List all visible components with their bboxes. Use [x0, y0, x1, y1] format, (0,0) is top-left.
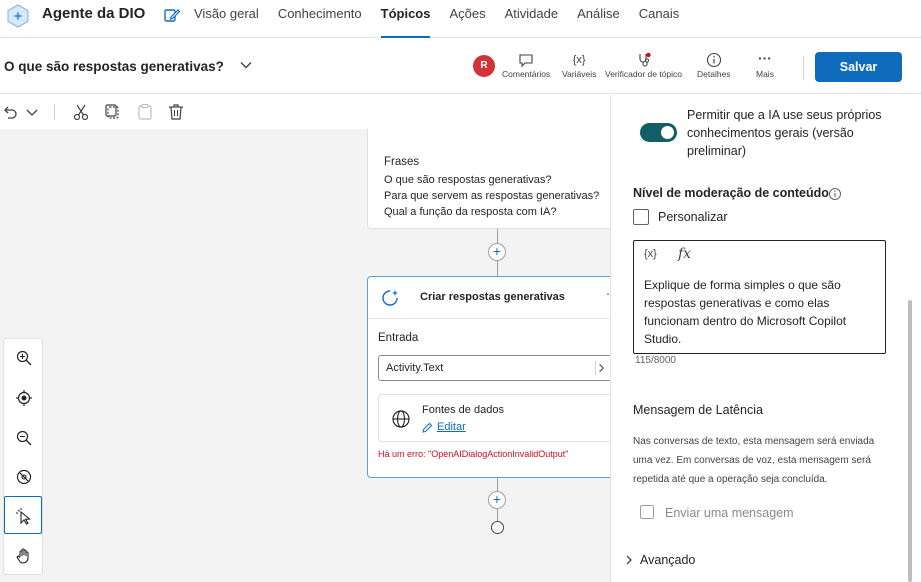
fit-view-icon[interactable]	[15, 468, 33, 486]
send-message-checkbox[interactable]	[640, 505, 654, 519]
tab-visao-geral[interactable]: Visão geral	[194, 0, 259, 38]
frase-item: Qual a função da resposta com IA?	[384, 206, 557, 218]
tab-analise[interactable]: Análise	[577, 0, 620, 38]
frases-label: Frases	[384, 156, 420, 168]
top-nav: Agente da DIO Visão geral Conhecimento T…	[0, 0, 921, 38]
personalize-checkbox[interactable]	[633, 209, 649, 225]
copilot-agent-icon	[7, 4, 29, 28]
avatar[interactable]: R	[473, 55, 495, 77]
save-button[interactable]: Salvar	[815, 52, 902, 82]
topic-checker-button[interactable]: Verificador de tópico	[605, 52, 682, 79]
more-label: Mais	[756, 69, 774, 79]
paste-icon[interactable]	[135, 102, 155, 122]
chevron-right-icon[interactable]	[623, 554, 635, 566]
variables-label: Variáveis	[562, 69, 597, 79]
insert-variable-button[interactable]: {x}	[644, 248, 657, 260]
more-button[interactable]: ··· Mais	[756, 50, 774, 79]
cut-icon[interactable]	[71, 102, 91, 122]
more-icon: ···	[757, 50, 772, 66]
copy-icon[interactable]	[103, 102, 123, 122]
panel-scrollbar[interactable]	[908, 300, 912, 582]
general-knowledge-label: Permitir que a IA use seus próprios conh…	[687, 108, 882, 158]
entrada-label: Entrada	[378, 332, 419, 344]
authoring-canvas[interactable]: Frases O que são respostas generativas? …	[0, 129, 610, 582]
send-message-label: Enviar uma mensagem	[665, 506, 794, 520]
pencil-icon	[422, 422, 433, 433]
pan-hand-icon[interactable]	[15, 547, 33, 565]
advanced-section-toggle[interactable]: Avançado	[640, 553, 695, 567]
main-tabs: Visão geral Conhecimento Tópicos Ações A…	[194, 0, 698, 38]
comments-label: Comentários	[502, 69, 551, 79]
variables-button[interactable]: {x} Variáveis	[562, 52, 596, 79]
data-sources-label: Fontes de dados	[422, 404, 504, 416]
undo-dropdown-icon[interactable]	[22, 102, 42, 122]
details-button[interactable]: Detalhes	[697, 52, 731, 79]
end-node	[491, 521, 504, 534]
frase-item: O que são respostas generativas?	[384, 174, 552, 186]
header-divider	[803, 56, 804, 80]
prompt-textarea[interactable]: {x} fx Explique de forma simples o que s…	[633, 240, 886, 354]
trigger-node[interactable]: Frases O que são respostas generativas? …	[367, 129, 610, 229]
moderation-title: Nível de moderação de conteúdo	[633, 186, 829, 200]
tab-atividade[interactable]: Atividade	[505, 0, 558, 38]
edit-data-sources-link[interactable]: Editar	[437, 421, 466, 433]
frase-item: Para que servem as respostas generativas…	[384, 190, 600, 202]
comments-button[interactable]: Comentários	[502, 52, 550, 79]
tab-topicos[interactable]: Tópicos	[380, 0, 431, 38]
generative-answers-icon	[382, 290, 398, 306]
topic-title[interactable]: O que são respostas generativas?	[4, 59, 224, 74]
canvas-toolbar	[0, 95, 610, 129]
details-label: Detalhes	[697, 69, 731, 79]
topic-checker-label: Verificador de tópico	[605, 69, 683, 79]
node-header: Criar respostas generativas ⋯	[368, 277, 610, 319]
data-sources-box: Fontes de dados Editar	[378, 394, 610, 442]
zoom-controls	[3, 338, 43, 575]
personalize-label: Personalizar	[658, 210, 728, 224]
chevron-down-icon[interactable]	[239, 58, 253, 72]
comment-icon	[519, 54, 533, 68]
toggle-knob	[661, 126, 674, 139]
agent-title: Agente da DIO	[42, 5, 146, 22]
info-icon[interactable]	[828, 187, 842, 201]
generative-answers-node[interactable]: Criar respostas generativas ⋯ Entrada Ac…	[367, 276, 610, 478]
select-pointer-icon[interactable]	[15, 507, 33, 525]
globe-icon	[392, 410, 410, 428]
general-knowledge-toggle[interactable]	[640, 123, 677, 142]
recenter-icon[interactable]	[15, 389, 33, 407]
zoom-out-icon[interactable]	[15, 429, 33, 447]
undo-icon[interactable]	[0, 102, 20, 122]
tab-conhecimento[interactable]: Conhecimento	[278, 0, 362, 38]
stethoscope-icon	[638, 52, 651, 67]
tab-canais[interactable]: Canais	[639, 0, 679, 38]
edit-agent-icon[interactable]	[163, 6, 181, 24]
topic-header: O que são respostas generativas? R Comen…	[0, 38, 921, 94]
properties-panel: Permitir que a IA use seus próprios conh…	[610, 95, 921, 582]
insert-formula-button[interactable]: fx	[678, 246, 691, 262]
info-icon	[706, 52, 721, 68]
node-title: Criar respostas generativas	[420, 291, 565, 303]
zoom-in-icon[interactable]	[15, 349, 33, 367]
entrada-input[interactable]: Activity.Text	[378, 355, 610, 381]
add-node-button[interactable]: +	[488, 243, 506, 261]
variable-icon: {x}	[572, 54, 586, 66]
latency-description: Nas conversas de texto, esta mensagem se…	[633, 436, 875, 485]
error-message: Há um erro: "OpenAIDialogActionInvalidOu…	[378, 449, 569, 459]
entrada-value: Activity.Text	[386, 362, 444, 374]
toolbar-divider	[54, 104, 55, 120]
prompt-text: Explique de forma simples o que são resp…	[644, 278, 847, 346]
delete-icon[interactable]	[166, 102, 186, 122]
latency-title: Mensagem de Latência	[633, 403, 763, 417]
chevron-right-icon[interactable]	[595, 361, 605, 375]
tab-acoes[interactable]: Ações	[449, 0, 485, 38]
char-count: 115/8000	[635, 355, 676, 366]
add-node-button[interactable]: +	[488, 491, 506, 509]
